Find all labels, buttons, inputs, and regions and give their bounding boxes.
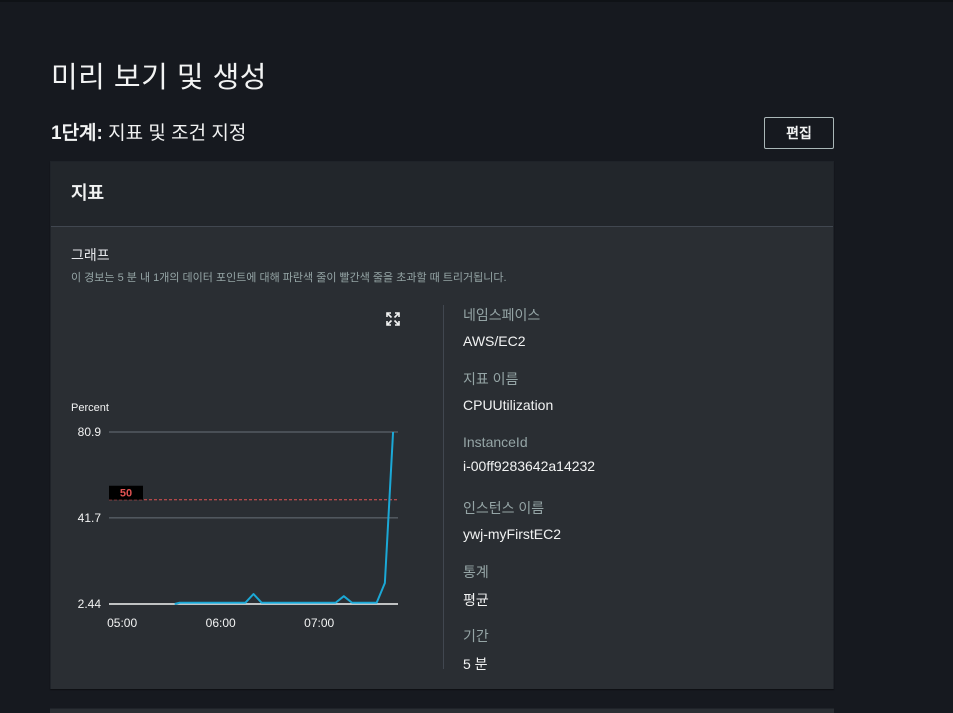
detail-namespace: 네임스페이스 AWS/EC2 <box>463 305 803 369</box>
graph-description: 이 경보는 5 분 내 1개의 데이터 포인트에 대해 파란색 줄이 빨간색 줄… <box>71 272 507 284</box>
detail-value: CPUUtilization <box>463 397 554 414</box>
y-tick-label: 41.7 <box>78 511 102 525</box>
detail-statistic: 통계 평균 <box>463 562 803 626</box>
next-panel <box>50 708 834 713</box>
detail-instance-id: InstanceId i-00ff9283642a14232 <box>463 434 803 498</box>
metric-details: 네임스페이스 AWS/EC2 지표 이름 CPUUtilization Inst… <box>463 305 803 691</box>
threshold-label: 50 <box>120 488 132 500</box>
graph-label: 그래프 <box>71 247 110 263</box>
detail-value: 5 분 <box>463 656 488 673</box>
top-border <box>0 0 953 2</box>
y-tick-label: 2.44 <box>78 597 102 611</box>
panel-body: 그래프 이 경보는 5 분 내 1개의 데이터 포인트에 대해 파란색 줄이 빨… <box>51 227 833 689</box>
detail-value: i-00ff9283642a14232 <box>463 457 596 474</box>
x-tick-label: 06:00 <box>206 616 236 630</box>
detail-value: AWS/EC2 <box>463 333 526 349</box>
y-tick-label: 80.9 <box>78 425 102 439</box>
detail-label: 지표 이름 <box>463 371 519 388</box>
cpu-chart: Percent80.941.72.4405:0006:0007:0050CPUU… <box>71 402 398 654</box>
y-axis-label: Percent <box>71 402 109 414</box>
page-title: 미리 보기 및 생성 <box>51 62 267 94</box>
edit-button[interactable]: 편집 <box>764 117 834 149</box>
detail-label: 통계 <box>463 564 489 581</box>
panel-title: 지표 <box>71 183 105 203</box>
expand-icon[interactable] <box>385 311 401 327</box>
panel-header: 지표 <box>51 162 833 227</box>
step-prefix: 1단계: <box>51 123 103 144</box>
x-tick-label: 07:00 <box>304 616 334 630</box>
detail-period: 기간 5 분 <box>463 626 803 690</box>
step-name: 지표 및 조건 지정 <box>102 123 247 144</box>
detail-label: 인스턴스 이름 <box>463 499 545 516</box>
detail-value: 평균 <box>463 592 489 609</box>
detail-value: ywj-myFirstEC2 <box>463 525 561 542</box>
chart-container: Percent80.941.72.4405:0006:0007:0050CPUU… <box>69 327 409 654</box>
detail-label: 네임스페이스 <box>463 307 541 323</box>
detail-instance-name: 인스턴스 이름 ywj-myFirstEC2 <box>463 498 803 562</box>
detail-label: 기간 <box>463 628 489 645</box>
vertical-divider <box>443 305 444 669</box>
x-tick-label: 05:00 <box>107 616 137 630</box>
step-title: 1단계: 지표 및 조건 지정 <box>51 118 246 145</box>
detail-label: InstanceId <box>463 433 528 450</box>
metric-panel: 지표 그래프 이 경보는 5 분 내 1개의 데이터 포인트에 대해 파란색 줄… <box>50 161 834 689</box>
detail-metric-name: 지표 이름 CPUUtilization <box>463 369 803 433</box>
